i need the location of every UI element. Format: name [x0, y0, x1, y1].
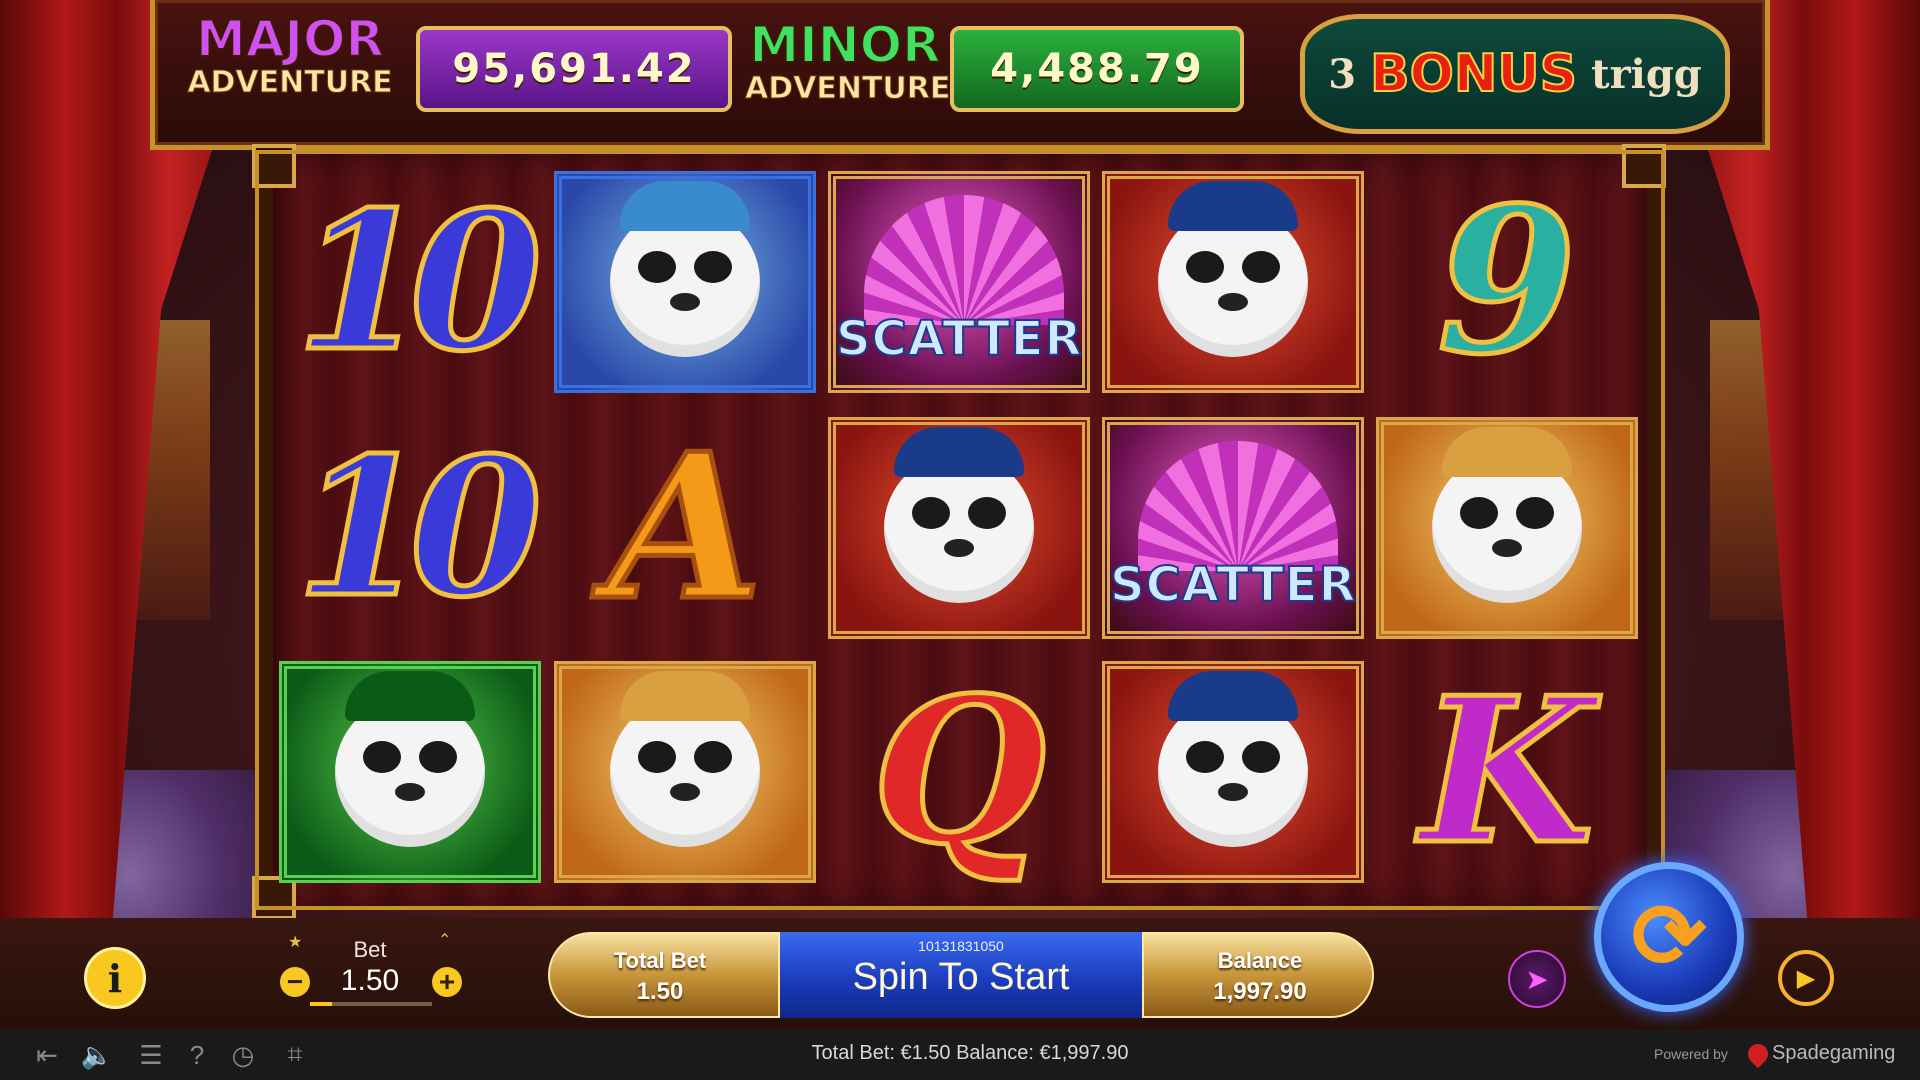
bonus-count: 3 — [1328, 50, 1357, 98]
turbo-button[interactable]: ➤ — [1508, 950, 1566, 1008]
panda-icon — [1158, 671, 1308, 847]
symbol-k: K — [1418, 654, 1597, 889]
spin-arrows-icon: ⟳ — [1631, 887, 1707, 987]
reel-cell — [1374, 414, 1640, 642]
minor-jackpot-value: 4,488.79 — [950, 26, 1244, 112]
reel-cell — [277, 658, 543, 886]
reel-cell: K — [1374, 658, 1640, 886]
symbol-red-panda — [828, 417, 1090, 639]
scatter-label: SCATTER — [835, 310, 1083, 368]
bonus-trailing-text: trigg — [1591, 50, 1702, 98]
symbol-red-panda — [1102, 171, 1364, 393]
history-icon[interactable]: ◷ — [226, 1040, 260, 1070]
bonus-word: BONUS — [1369, 43, 1578, 105]
reel-cell: SCATTER — [826, 168, 1092, 396]
reel-cell: 9 — [1374, 168, 1640, 396]
major-jackpot-value: 95,691.42 — [416, 26, 732, 112]
reel-cell — [826, 414, 1092, 642]
symbol-green-panda — [279, 661, 541, 883]
info-button[interactable]: i — [84, 947, 146, 1009]
major-jackpot-label: MAJOR ADVENTURE — [187, 10, 393, 100]
max-bet-icon[interactable]: ⌃ — [438, 930, 451, 950]
symbol-scatter: SCATTER — [1102, 417, 1364, 639]
reel-cell: Q — [826, 658, 1092, 886]
reel-cell: SCATTER — [1100, 414, 1366, 642]
reel-cell: A — [552, 414, 818, 642]
reel-cell: 10 — [277, 414, 544, 642]
menu-icon[interactable]: ☰ — [134, 1040, 168, 1070]
symbol-a: A — [605, 410, 765, 645]
symbol-10: 10 — [293, 416, 544, 639]
symbol-scatter: SCATTER — [828, 171, 1090, 393]
reel-cell — [552, 168, 818, 396]
spin-to-start-label[interactable]: Spin To Start — [778, 956, 1144, 999]
symbol-gold-panda — [554, 661, 816, 883]
balance-display: Balance 1,997.90 — [1213, 948, 1307, 1005]
bet-increase-button[interactable]: + — [432, 967, 462, 997]
round-id: 10131831050 — [918, 938, 1004, 954]
panda-icon — [1158, 181, 1308, 357]
panda-icon — [610, 181, 760, 357]
reel-cell — [1100, 168, 1366, 396]
panda-icon — [884, 427, 1034, 603]
bet-level-slider[interactable] — [310, 1002, 432, 1006]
star-icon[interactable]: ★ — [288, 932, 302, 952]
symbol-red-panda — [1102, 661, 1364, 883]
reel-cell — [552, 658, 818, 886]
minor-jackpot-label: MINOR ADVENTURE — [745, 16, 951, 106]
bet-decrease-button[interactable]: − — [280, 967, 310, 997]
reel-cell — [1100, 658, 1366, 886]
fullscreen-icon[interactable]: ⌗ — [278, 1039, 312, 1070]
symbol-q: Q — [869, 654, 1048, 889]
bet-value: 1.50 — [340, 964, 400, 997]
fan-icon — [1138, 441, 1338, 571]
autoplay-button[interactable]: ▶ — [1778, 950, 1834, 1006]
total-bet-display: Total Bet 1.50 — [613, 948, 707, 1005]
symbol-10: 10 — [293, 170, 544, 393]
bet-level-fill — [310, 1002, 332, 1006]
symbol-gold-panda — [1376, 417, 1638, 639]
symbol-9: 9 — [1435, 164, 1579, 399]
footer-status: Total Bet: €1.50 Balance: €1,997.90 — [811, 1042, 1129, 1064]
sound-icon[interactable]: 🔈 — [80, 1040, 114, 1070]
exit-icon[interactable]: ⇤ — [30, 1040, 64, 1070]
scatter-label: SCATTER — [1109, 556, 1357, 614]
panda-icon — [335, 671, 485, 847]
bonus-ticker: 3 BONUS trigg — [1300, 14, 1730, 134]
fan-icon — [864, 195, 1064, 325]
symbol-blue-panda — [554, 171, 816, 393]
reel-cell: 10 — [277, 168, 544, 396]
panda-icon — [1432, 427, 1582, 603]
powered-by-label: Powered by — [1654, 1046, 1728, 1062]
spin-button[interactable]: ⟳ — [1594, 862, 1744, 1012]
help-icon[interactable]: ? — [180, 1040, 214, 1070]
bet-label: Bet — [353, 937, 387, 962]
brand-name: Spadegaming — [1772, 1042, 1896, 1064]
panda-icon — [610, 671, 760, 847]
